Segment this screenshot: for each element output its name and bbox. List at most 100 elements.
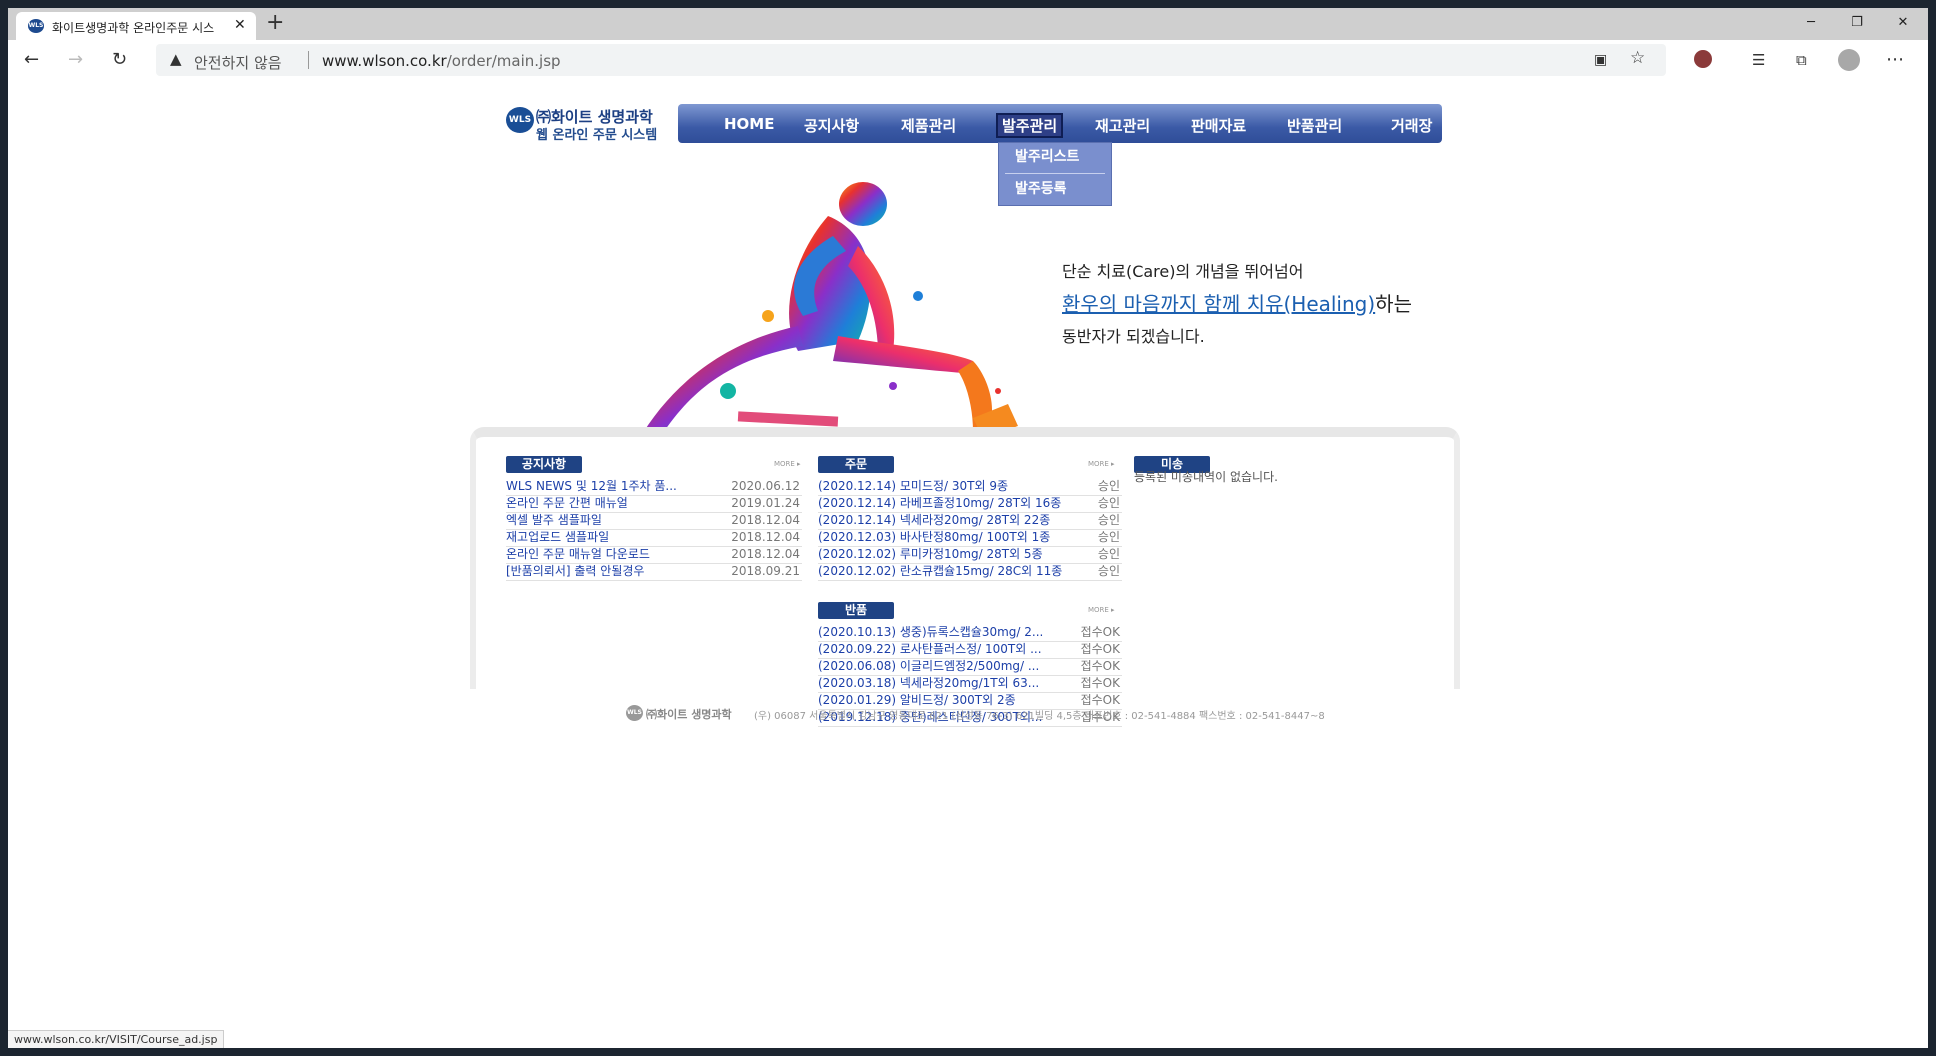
- notice-title-link[interactable]: 온라인 주문 간편 매뉴얼: [506, 495, 628, 512]
- return-link[interactable]: (2020.10.13) 생중)듀록스캡슐30mg/ 2...: [818, 624, 1043, 641]
- window-close-icon[interactable]: ✕: [1880, 10, 1926, 36]
- list-item[interactable]: (2020.06.08) 이글리드엠정2/500mg/ ... 접수OK: [818, 658, 1122, 676]
- tagline-highlight: 환우의 마음까지 함께 치유(Healing): [1062, 292, 1376, 316]
- browser-tab[interactable]: WLS 화이트생명과학 온라인주문 시스 ✕: [16, 12, 256, 40]
- nav-home[interactable]: HOME: [724, 115, 774, 133]
- return-status: 접수OK: [1080, 642, 1120, 656]
- notice-date: 2018.09.21: [731, 564, 800, 578]
- order-link[interactable]: (2020.12.14) 넥세라정20mg/ 28T외 22종: [818, 512, 1050, 529]
- logo-subtitle: 웹 온라인 주문 시스템: [536, 128, 658, 143]
- notice-title-link[interactable]: 온라인 주문 매뉴얼 다운로드: [506, 546, 650, 563]
- notice-section-title: 공지사항: [506, 456, 582, 473]
- list-item[interactable]: 엑셀 발주 샘플파일 2018.12.04: [506, 512, 802, 530]
- list-item[interactable]: (2020.09.22) 로사탄플러스정/ 100T외 ... 접수OK: [818, 641, 1122, 659]
- returns-more-link[interactable]: MORE ▸: [1088, 606, 1115, 614]
- footer-address: (우) 06087 서울특별시 강남구 영동대로 621 (삼성동 76-3) …: [754, 711, 1325, 722]
- list-item[interactable]: WLS NEWS 및 12월 1주차 품... 2020.06.12: [506, 478, 802, 496]
- nav-notice[interactable]: 공지사항: [804, 115, 859, 136]
- returns-section-title: 반품: [818, 602, 894, 619]
- list-item[interactable]: (2020.12.14) 넥세라정20mg/ 28T외 22종 승인: [818, 512, 1122, 530]
- order-link[interactable]: (2020.12.02) 란소큐캡슐15mg/ 28C외 11종: [818, 563, 1062, 580]
- nav-orders[interactable]: 발주관리: [996, 113, 1064, 138]
- new-tab-icon[interactable]: +: [266, 12, 284, 34]
- favorites-list-icon[interactable]: ☰: [1752, 48, 1765, 72]
- order-status: 승인: [1097, 564, 1120, 578]
- nav-stock[interactable]: 재고관리: [1095, 115, 1150, 136]
- address-bar[interactable]: ▲ 안전하지 않음 www.wlson.co.kr/order/main.jsp…: [156, 44, 1666, 76]
- tab-strip: WLS 화이트생명과학 온라인주문 시스 ✕ + ─ ❐ ✕: [8, 8, 1928, 40]
- notice-date: 2019.01.24: [731, 496, 800, 510]
- browser-window: WLS 화이트생명과학 온라인주문 시스 ✕ + ─ ❐ ✕ ← → ↻ ▲ 안…: [8, 8, 1928, 1048]
- tagline-line3: 동반자가 되겠습니다.: [1062, 327, 1205, 346]
- back-icon[interactable]: ←: [24, 48, 39, 72]
- forward-icon[interactable]: →: [68, 48, 83, 72]
- profile-avatar[interactable]: [1838, 49, 1860, 71]
- list-item[interactable]: (2020.12.14) 모미드정/ 30T외 9종 승인: [818, 478, 1122, 496]
- favicon-icon: WLS: [28, 19, 44, 33]
- list-item[interactable]: 온라인 주문 매뉴얼 다운로드 2018.12.04: [506, 546, 802, 564]
- nav-returns[interactable]: 반품관리: [1287, 115, 1342, 136]
- url-text[interactable]: www.wlson.co.kr/order/main.jsp: [322, 52, 561, 70]
- notice-date: 2018.12.04: [731, 513, 800, 527]
- close-tab-icon[interactable]: ✕: [234, 17, 246, 33]
- order-link[interactable]: (2020.12.03) 바사탄정80mg/ 100T외 1종: [818, 529, 1050, 546]
- order-status: 승인: [1097, 513, 1120, 527]
- notice-title-link[interactable]: 재고업로드 샘플파일: [506, 529, 609, 546]
- return-link[interactable]: (2020.06.08) 이글리드엠정2/500mg/ ...: [818, 658, 1039, 675]
- nav-sales[interactable]: 판매자료: [1191, 115, 1246, 136]
- list-item[interactable]: (2020.12.02) 란소큐캡슐15mg/ 28C외 11종 승인: [818, 563, 1122, 581]
- order-link[interactable]: (2020.12.02) 루미카정10mg/ 28T외 5종: [818, 546, 1043, 563]
- address-divider: [308, 51, 309, 69]
- list-item[interactable]: (2020.03.18) 넥세라정20mg/1T외 63... 접수OK: [818, 675, 1122, 693]
- warning-icon: ▲: [170, 50, 182, 68]
- order-status: 승인: [1097, 530, 1120, 544]
- extension-icon[interactable]: [1694, 50, 1712, 68]
- order-status: 승인: [1097, 479, 1120, 493]
- order-status: 승인: [1097, 496, 1120, 510]
- main-nav: HOME 공지사항 제품관리 발주관리 재고관리 판매자료 반품관리 거래장: [678, 104, 1442, 143]
- list-item[interactable]: [반품의뢰서] 출력 안될경우 2018.09.21: [506, 563, 802, 581]
- browser-toolbar: ← → ↻ ▲ 안전하지 않음 www.wlson.co.kr/order/ma…: [8, 40, 1928, 81]
- list-item[interactable]: (2020.12.02) 루미카정10mg/ 28T외 5종 승인: [818, 546, 1122, 564]
- nav-products[interactable]: 제품관리: [901, 115, 956, 136]
- order-status: 승인: [1097, 547, 1120, 561]
- tagline-line2: 환우의 마음까지 함께 치유(Healing)하는: [1062, 288, 1412, 317]
- return-status: 접수OK: [1080, 659, 1120, 673]
- reload-icon[interactable]: ↻: [112, 48, 127, 72]
- notice-title-link[interactable]: 엑셀 발주 샘플파일: [506, 512, 602, 529]
- favorite-star-icon[interactable]: ☆: [1630, 46, 1645, 70]
- return-link[interactable]: (2020.09.22) 로사탄플러스정/ 100T외 ...: [818, 641, 1042, 658]
- status-bar-url: www.wlson.co.kr/VISIT/Course_ad.jsp: [8, 1030, 225, 1048]
- return-status: 접수OK: [1080, 676, 1120, 690]
- list-item[interactable]: (2020.12.03) 바사탄정80mg/ 100T외 1종 승인: [818, 529, 1122, 547]
- page-footer: WLS ㈜화이트 생명과학 (우) 06087 서울특별시 강남구 영동대로 6…: [626, 704, 1326, 724]
- collections-icon[interactable]: ⧉: [1796, 48, 1807, 72]
- orders-more-link[interactable]: MORE ▸: [1088, 460, 1115, 468]
- site-logo[interactable]: WLS ㈜화이트 생명과학 웹 온라인 주문 시스템: [506, 104, 666, 144]
- tab-title: 화이트생명과학 온라인주문 시스: [52, 21, 215, 35]
- list-item[interactable]: 온라인 주문 간편 매뉴얼 2019.01.24: [506, 495, 802, 513]
- notice-date: 2020.06.12: [731, 479, 800, 493]
- page-content: WLS ㈜화이트 생명과학 웹 온라인 주문 시스템 HOME 공지사항 제품관…: [8, 80, 1928, 1048]
- list-item[interactable]: (2020.10.13) 생중)듀록스캡슐30mg/ 2... 접수OK: [818, 624, 1122, 642]
- footer-logo-mark: WLS: [626, 705, 643, 721]
- order-link[interactable]: (2020.12.14) 모미드정/ 30T외 9종: [818, 478, 1008, 495]
- list-item[interactable]: 재고업로드 샘플파일 2018.12.04: [506, 529, 802, 547]
- notice-title-link[interactable]: WLS NEWS 및 12월 1주차 품...: [506, 478, 677, 495]
- minimize-icon[interactable]: ─: [1788, 10, 1834, 36]
- footer-company-name: ㈜화이트 생명과학: [646, 708, 732, 721]
- media-icon[interactable]: ▣: [1594, 48, 1607, 72]
- tagline-line1: 단순 치료(Care)의 개념을 뛰어넘어: [1062, 262, 1304, 281]
- logo-mark: WLS: [506, 107, 534, 133]
- notice-date: 2018.12.04: [731, 530, 800, 544]
- more-menu-icon[interactable]: ⋯: [1886, 48, 1904, 72]
- dropdown-order-list[interactable]: 발주리스트: [999, 143, 1111, 173]
- hero-tagline: 단순 치료(Care)의 개념을 뛰어넘어 환우의 마음까지 함께 치유(Hea…: [1062, 258, 1412, 347]
- notice-more-link[interactable]: MORE ▸: [774, 460, 801, 468]
- list-item[interactable]: (2020.12.14) 라베프졸정10mg/ 28T외 16종 승인: [818, 495, 1122, 513]
- order-link[interactable]: (2020.12.14) 라베프졸정10mg/ 28T외 16종: [818, 495, 1061, 512]
- nav-ledger[interactable]: 거래장: [1391, 115, 1432, 136]
- notice-title-link[interactable]: [반품의뢰서] 출력 안될경우: [506, 563, 644, 580]
- restore-icon[interactable]: ❐: [1834, 10, 1880, 36]
- return-link[interactable]: (2020.03.18) 넥세라정20mg/1T외 63...: [818, 675, 1039, 692]
